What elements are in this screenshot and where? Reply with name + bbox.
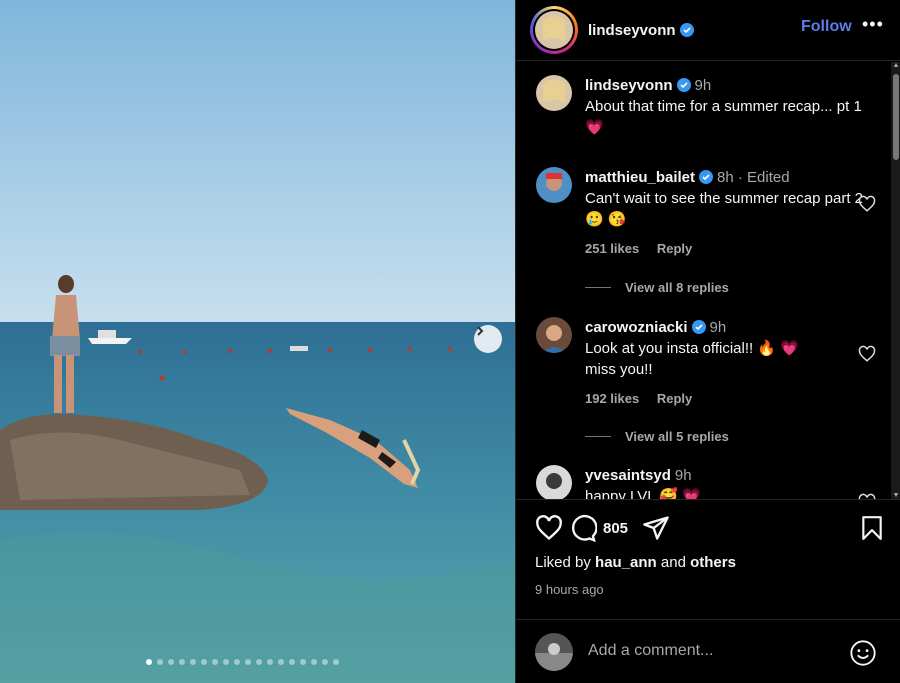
- view-replies-button[interactable]: View all 5 replies: [585, 429, 729, 444]
- liked-by-prefix: Liked by: [535, 554, 591, 571]
- post-header: lindseyvonn Follow •••: [516, 0, 900, 61]
- add-comment-bar: Add a comment...: [516, 619, 900, 683]
- caption-emoji: 💗: [585, 119, 604, 136]
- comment-time: 8h · Edited: [717, 169, 790, 186]
- follow-button[interactable]: Follow: [801, 18, 852, 36]
- comment-likes[interactable]: 192 likes: [585, 391, 639, 406]
- comment-username[interactable]: matthieu_bailet: [585, 169, 695, 186]
- view-replies-label: View all 5 replies: [625, 429, 729, 444]
- carousel-dot: [234, 659, 240, 665]
- avatar-image: [536, 75, 572, 111]
- liked-by-text: Liked by hau_ann and others: [535, 554, 736, 571]
- comment-text-continued: miss you!!: [585, 361, 653, 378]
- comment-item: matthieu_bailet 8h · Edited Can't wait to…: [536, 167, 876, 259]
- like-heart-icon[interactable]: [535, 514, 563, 542]
- carousel-dot: [223, 659, 229, 665]
- post-timestamp[interactable]: 9 hours ago: [535, 582, 604, 597]
- view-replies-label: View all 8 replies: [625, 280, 729, 295]
- current-user-avatar: [535, 633, 573, 671]
- carousel-dot: [311, 659, 317, 665]
- comment-count: 805: [603, 519, 629, 537]
- avatar-image: [536, 167, 572, 203]
- next-slide-button[interactable]: [474, 325, 502, 353]
- carousel-indicators: [146, 659, 339, 665]
- avatar-image: [536, 465, 572, 499]
- carousel-dot: [333, 659, 339, 665]
- author-avatar[interactable]: [530, 6, 578, 54]
- comment-text: Look at you insta official!!: [585, 340, 754, 357]
- caption-avatar[interactable]: [536, 75, 572, 111]
- comment-avatar[interactable]: [536, 317, 572, 353]
- comment-emojis: 🔥 💗: [757, 340, 799, 357]
- carousel-dot: [267, 659, 273, 665]
- carousel-dot: [146, 659, 152, 665]
- post-image[interactable]: [0, 0, 515, 683]
- share-send-icon[interactable]: [642, 514, 670, 542]
- like-comment-heart-icon[interactable]: [858, 345, 876, 363]
- comment-username[interactable]: carowozniacki: [585, 319, 688, 336]
- carousel-dot: [245, 659, 251, 665]
- verified-badge-icon: [699, 170, 714, 184]
- carousel-dot: [256, 659, 262, 665]
- liked-by-user[interactable]: hau_ann: [595, 554, 657, 571]
- emoji-picker-icon[interactable]: [849, 639, 877, 667]
- scrollbar-thumb[interactable]: [893, 74, 899, 160]
- carousel-dot: [179, 659, 185, 665]
- carousel-dot: [190, 659, 196, 665]
- post-actions: 805 Liked by hau_ann and others 9 hours …: [516, 499, 900, 619]
- caption-text: About that time for a summer recap... pt…: [585, 98, 862, 115]
- comment-username[interactable]: yvesaintsyd: [585, 467, 671, 484]
- avatar-image: [536, 317, 572, 353]
- post-panel: lindseyvonn Follow ••• lindseyvonn 9h Abo…: [515, 0, 900, 683]
- carousel-dot: [212, 659, 218, 665]
- reply-button[interactable]: Reply: [657, 241, 692, 256]
- avatar-image: [535, 633, 573, 671]
- comments-list[interactable]: lindseyvonn 9h About that time for a summ…: [516, 62, 900, 499]
- chevron-right-icon: [477, 326, 484, 336]
- comment-time: 9h: [709, 319, 727, 336]
- post-photo: [0, 0, 515, 683]
- carousel-dot: [157, 659, 163, 665]
- verified-badge-icon: [679, 23, 694, 37]
- replies-divider: [585, 287, 611, 288]
- verified-badge-icon: [676, 78, 691, 92]
- comment-emojis: 🥰 💗: [659, 488, 701, 499]
- carousel-dot: [289, 659, 295, 665]
- comment-avatar[interactable]: [536, 465, 572, 499]
- carousel-dot: [300, 659, 306, 665]
- comment-avatar[interactable]: [536, 167, 572, 203]
- liked-by-and: and: [660, 554, 686, 571]
- verified-badge-icon: [691, 320, 706, 334]
- avatar-image: [535, 11, 573, 49]
- post-caption: lindseyvonn 9h About that time for a summ…: [536, 75, 876, 138]
- carousel-dot: [278, 659, 284, 665]
- comment-text: happy LVL: [585, 488, 656, 499]
- more-options-icon[interactable]: •••: [862, 14, 884, 35]
- comment-text: Can't wait to see the summer recap part …: [585, 190, 863, 207]
- caption-time: 9h: [694, 77, 712, 94]
- comment-item: yvesaintsyd 9h happy LVL 🥰 💗: [536, 465, 876, 499]
- comments-scrollbar[interactable]: ▲ ▼: [891, 62, 900, 499]
- carousel-dot: [201, 659, 207, 665]
- save-bookmark-icon[interactable]: [860, 515, 884, 541]
- replies-divider: [585, 436, 611, 437]
- carousel-dot: [168, 659, 174, 665]
- comment-time: 9h: [674, 467, 692, 484]
- comment-item: carowozniacki 9h Look at you insta offici…: [536, 317, 876, 409]
- reply-button[interactable]: Reply: [657, 391, 692, 406]
- comment-bubble-icon[interactable]: [569, 514, 597, 542]
- author-username[interactable]: lindseyvonn: [588, 22, 676, 39]
- scroll-up-icon[interactable]: ▲: [892, 62, 900, 69]
- view-replies-button[interactable]: View all 8 replies: [585, 280, 729, 295]
- scroll-down-icon[interactable]: ▼: [892, 492, 900, 499]
- liked-by-others[interactable]: others: [690, 554, 736, 571]
- carousel-dot: [322, 659, 328, 665]
- comment-likes[interactable]: 251 likes: [585, 241, 639, 256]
- like-comment-heart-icon[interactable]: [858, 195, 876, 213]
- caption-username[interactable]: lindseyvonn: [585, 77, 673, 94]
- add-comment-input[interactable]: Add a comment...: [588, 642, 713, 660]
- comment-emojis: 🥲 😘: [585, 211, 627, 228]
